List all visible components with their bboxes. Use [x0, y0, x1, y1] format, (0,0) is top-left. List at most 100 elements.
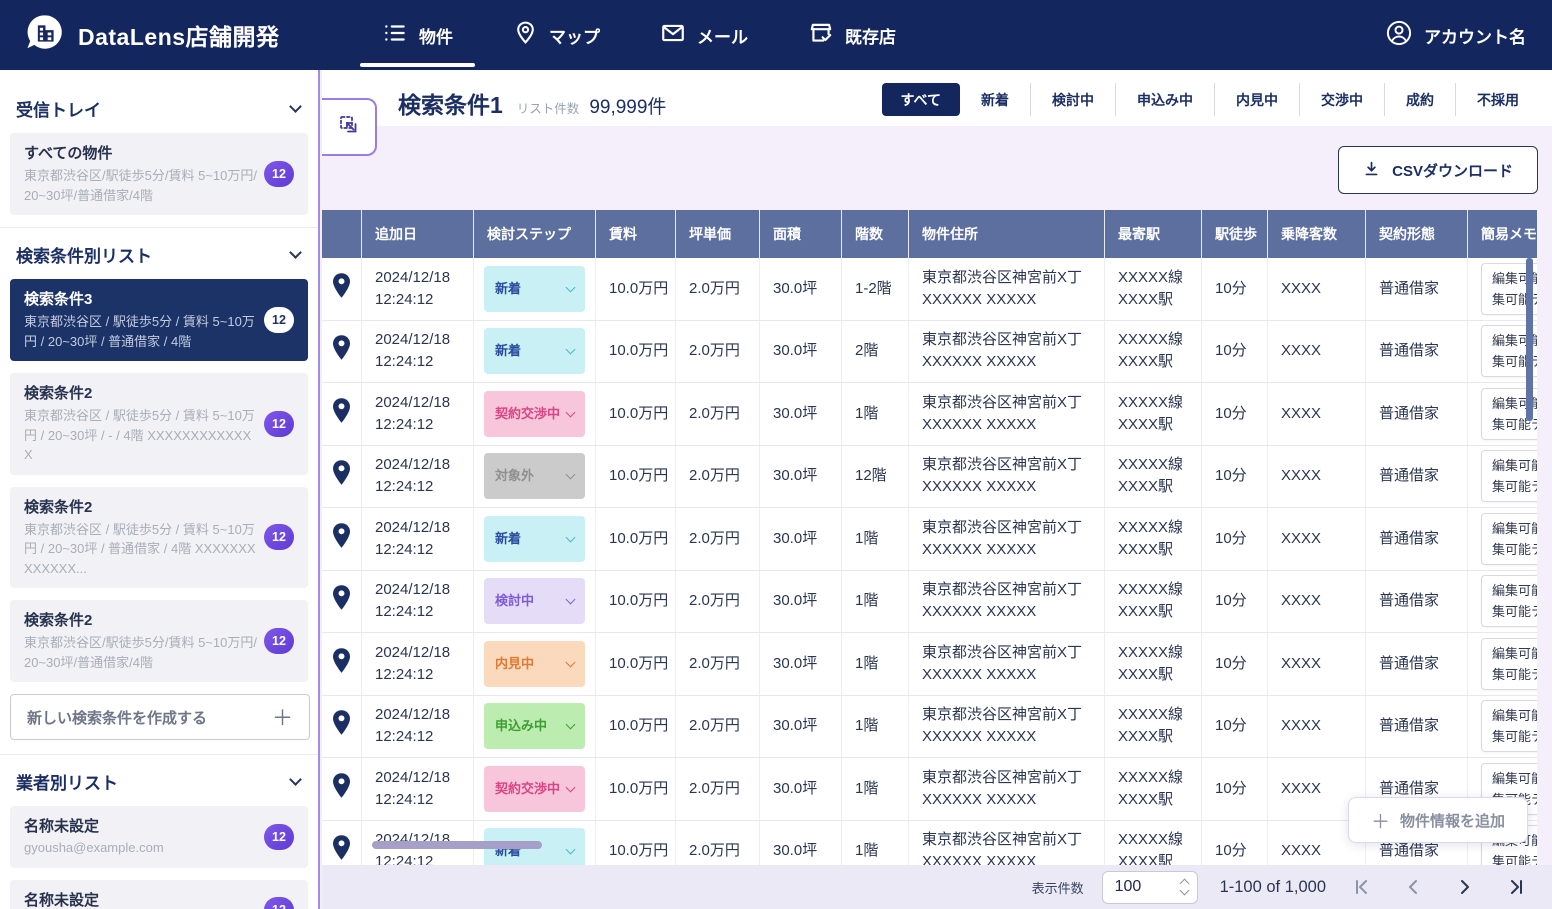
chevron-down-icon — [566, 595, 576, 605]
nav-tab-existing-stores[interactable]: 既存店 — [778, 0, 926, 70]
search-condition-list: 検索条件3 東京都渋谷区 / 駅徒歩5分 / 賃料 5~10万円 / 20~30… — [0, 279, 318, 682]
list-item-subtitle: 東京都渋谷区 / 駅徒歩5分 / 賃料 5~10万円 / 20~30坪 / - … — [24, 406, 258, 465]
map-pin-icon[interactable] — [331, 584, 352, 618]
search-condition-item[interactable]: 検索条件3 東京都渋谷区 / 駅徒歩5分 / 賃料 5~10万円 / 20~30… — [10, 279, 308, 361]
status-label: 新着 — [495, 528, 521, 550]
filter-tab-new[interactable]: 新着 — [960, 83, 1030, 116]
vertical-scrollbar[interactable] — [1526, 258, 1533, 421]
memo-field[interactable]: 編集可能テ集可能テキ — [1481, 700, 1537, 752]
vendor-list-item[interactable]: 名称未設定 gyousha@example.com 12 — [10, 880, 308, 909]
status-dropdown[interactable]: 対象外 — [484, 453, 585, 499]
chevron-down-icon — [566, 720, 576, 730]
sidebar: 受信トレイ すべての物件 東京都渋谷区/駅徒歩5分/賃料 5~10万円/20~3… — [0, 70, 320, 909]
status-dropdown[interactable]: 検討中 — [484, 578, 585, 624]
list-item-title: すべての物件 — [24, 143, 258, 165]
nav-tab-properties[interactable]: 物件 — [352, 0, 483, 70]
memo-field[interactable]: 編集可能テ集可能テキ — [1481, 450, 1537, 502]
filter-tab-negotiating[interactable]: 交渉中 — [1299, 83, 1384, 116]
top-navbar: DataLens店舗開発 物件 マップ — [0, 0, 1552, 70]
vendor-list-item[interactable]: 名称未設定 gyousha@example.com 12 — [10, 806, 308, 868]
list-item-subtitle: 東京都渋谷区 / 駅徒歩5分 / 賃料 5~10万円 / 20~30坪 / 普通… — [24, 520, 258, 579]
map-pin-icon[interactable] — [331, 647, 352, 681]
stepper-arrows-icon[interactable] — [1181, 880, 1188, 894]
pagination-bar: 表示件数 100 1-100 of 1,000 — [322, 865, 1552, 909]
table-row[interactable]: 2024/12/1812:24:12 契約交渉中 10.0万円 2.0万円 30… — [322, 383, 1537, 446]
button-label: 物件情報を追加 — [1400, 810, 1505, 831]
previous-page-button[interactable] — [1396, 870, 1430, 904]
last-page-button[interactable] — [1500, 870, 1534, 904]
filter-tab-rejected[interactable]: 不採用 — [1455, 83, 1540, 116]
chevron-down-icon — [289, 246, 302, 259]
table-row[interactable]: 2024/12/1812:24:12 対象外 10.0万円 2.0万円 30.0… — [322, 446, 1537, 509]
add-property-button[interactable]: ＋ 物件情報を追加 — [1348, 797, 1528, 843]
next-page-button[interactable] — [1448, 870, 1482, 904]
nav-tab-map[interactable]: マップ — [483, 0, 630, 70]
map-pin-icon[interactable] — [331, 272, 352, 306]
map-pin-icon[interactable] — [331, 397, 352, 431]
column-header: 面積 — [760, 210, 842, 258]
column-header: 坪単価 — [676, 210, 760, 258]
vendor-lists-header[interactable]: 業者別リスト — [0, 755, 318, 806]
list-item-title: 検索条件2 — [24, 610, 258, 632]
status-label: 内見中 — [495, 653, 534, 675]
list-icon — [382, 20, 408, 51]
status-filter-tabs: すべて 新着 検討中 申込み中 内見中 交渉中 成約 不採用 — [882, 83, 1540, 116]
nav-tab-label: マップ — [549, 23, 600, 48]
search-condition-item[interactable]: 検索条件2 東京都渋谷区 / 駅徒歩5分 / 賃料 5~10万円 / 20~30… — [10, 487, 308, 589]
section-title: 業者別リスト — [16, 769, 118, 794]
main-navigation: 物件 マップ メール — [352, 0, 926, 70]
map-pin-icon[interactable] — [331, 334, 352, 368]
table-row[interactable]: 2024/12/1812:24:12 新着 10.0万円 2.0万円 30.0坪… — [322, 508, 1537, 571]
first-page-button[interactable] — [1344, 870, 1378, 904]
map-pin-icon[interactable] — [331, 834, 352, 865]
search-lists-header[interactable]: 検索条件別リスト — [0, 228, 318, 279]
button-label: 新しい検索条件を作成する — [27, 707, 207, 728]
count-badge: 12 — [264, 628, 294, 654]
status-dropdown[interactable]: 内見中 — [484, 641, 585, 687]
filter-tab-viewing[interactable]: 内見中 — [1214, 83, 1299, 116]
map-pin-icon[interactable] — [331, 772, 352, 806]
status-dropdown[interactable]: 新着 — [484, 266, 585, 312]
list-item-subtitle: 東京都渋谷区 / 駅徒歩5分 / 賃料 5~10万円 / 20~30坪 / 普通… — [24, 312, 258, 351]
status-dropdown[interactable]: 契約交渉中 — [484, 766, 585, 812]
collapse-sidebar-button[interactable] — [322, 98, 377, 156]
filter-tab-considering[interactable]: 検討中 — [1030, 83, 1115, 116]
filter-tab-closed[interactable]: 成約 — [1384, 83, 1455, 116]
search-condition-item[interactable]: 検索条件2 東京都渋谷区/駅徒歩5分/賃料 5~10万円/20~30坪/普通借家… — [10, 600, 308, 682]
memo-field[interactable]: 編集可能テ集可能テキ — [1481, 575, 1537, 627]
list-item-title: 検索条件2 — [24, 383, 258, 405]
status-dropdown[interactable]: 新着 — [484, 516, 585, 562]
inbox-item-all-properties[interactable]: すべての物件 東京都渋谷区/駅徒歩5分/賃料 5~10万円/20~30坪/普通借… — [10, 133, 308, 215]
nav-tab-mail[interactable]: メール — [630, 0, 778, 70]
new-search-condition-button[interactable]: 新しい検索条件を作成する ＋ — [10, 694, 310, 740]
map-pin-icon[interactable] — [331, 522, 352, 556]
status-dropdown[interactable]: 新着 — [484, 328, 585, 374]
status-dropdown[interactable]: 契約交渉中 — [484, 391, 585, 437]
memo-field[interactable]: 編集可能テ集可能テキ — [1481, 638, 1537, 690]
account-menu[interactable]: アカウント名 — [1385, 0, 1526, 70]
per-page-input[interactable]: 100 — [1102, 871, 1198, 904]
map-pin-icon[interactable] — [331, 459, 352, 493]
map-pin-icon[interactable] — [331, 709, 352, 743]
filter-tab-applying[interactable]: 申込み中 — [1115, 83, 1214, 116]
section-title: 検索条件別リスト — [16, 242, 152, 267]
table-row[interactable]: 2024/12/1812:24:12 新着 10.0万円 2.0万円 30.0坪… — [322, 321, 1537, 384]
csv-download-button[interactable]: CSVダウンロード — [1338, 146, 1538, 194]
properties-table: 追加日検討ステップ賃料坪単価面積階数物件住所最寄駅駅徒歩乗降客数契約形態簡易メモ… — [322, 210, 1537, 865]
count-badge: 12 — [264, 161, 294, 187]
table-row[interactable]: 2024/12/1812:24:12 新着 10.0万円 2.0万円 30.0坪… — [322, 258, 1537, 321]
table-row[interactable]: 2024/12/1812:24:12 内見中 10.0万円 2.0万円 30.0… — [322, 633, 1537, 696]
status-label: 申込み中 — [495, 715, 547, 737]
table-header: 追加日検討ステップ賃料坪単価面積階数物件住所最寄駅駅徒歩乗降客数契約形態簡易メモ — [322, 210, 1537, 258]
inbox-section-header[interactable]: 受信トレイ — [0, 82, 318, 133]
filter-tab-all[interactable]: すべて — [882, 83, 960, 116]
table-row[interactable]: 2024/12/1812:24:12 検討中 10.0万円 2.0万円 30.0… — [322, 571, 1537, 634]
section-title: 受信トレイ — [16, 96, 101, 121]
status-dropdown[interactable]: 申込み中 — [484, 703, 585, 749]
search-condition-item[interactable]: 検索条件2 東京都渋谷区 / 駅徒歩5分 / 賃料 5~10万円 / 20~30… — [10, 373, 308, 475]
horizontal-scrollbar[interactable] — [372, 841, 542, 849]
table-row[interactable]: 2024/12/1812:24:12 申込み中 10.0万円 2.0万円 30.… — [322, 696, 1537, 759]
column-header — [322, 210, 362, 258]
list-count-label: リスト件数 — [517, 98, 580, 117]
memo-field[interactable]: 編集可能テ集可能テキ — [1481, 513, 1537, 565]
